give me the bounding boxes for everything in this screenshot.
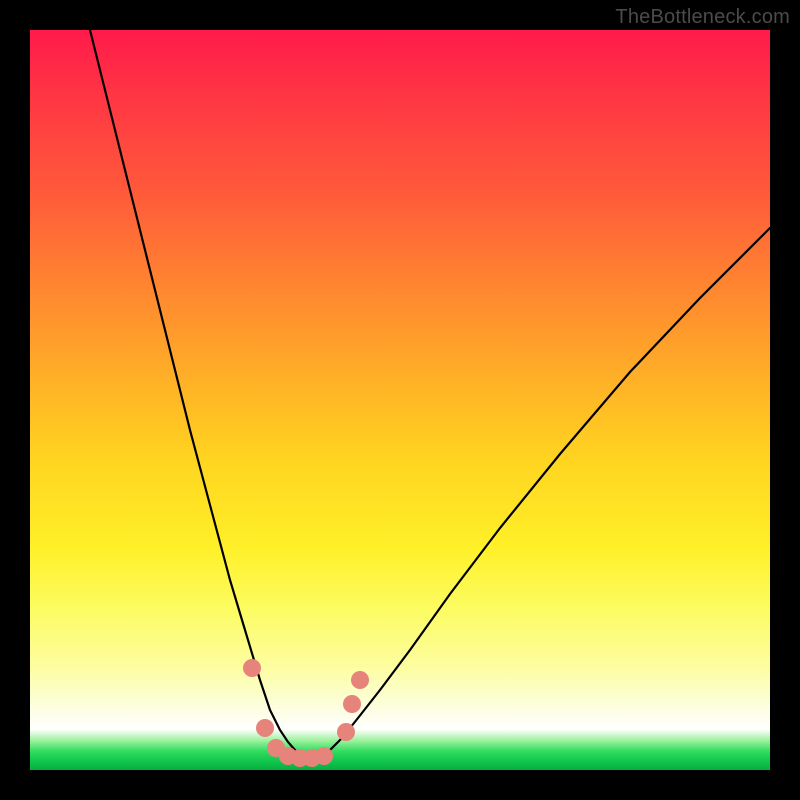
bottleneck-curve-path — [90, 30, 770, 757]
curve-layer — [30, 30, 770, 770]
trough-dot — [343, 695, 361, 713]
watermark-label: TheBottleneck.com — [615, 6, 790, 29]
trough-dot — [337, 723, 355, 741]
trough-dot — [256, 719, 274, 737]
trough-dots-group — [243, 659, 369, 767]
trough-dot — [243, 659, 261, 677]
trough-dot — [351, 671, 369, 689]
trough-dot — [315, 747, 333, 765]
plot-area — [30, 30, 770, 770]
chart-frame: TheBottleneck.com — [0, 0, 800, 800]
